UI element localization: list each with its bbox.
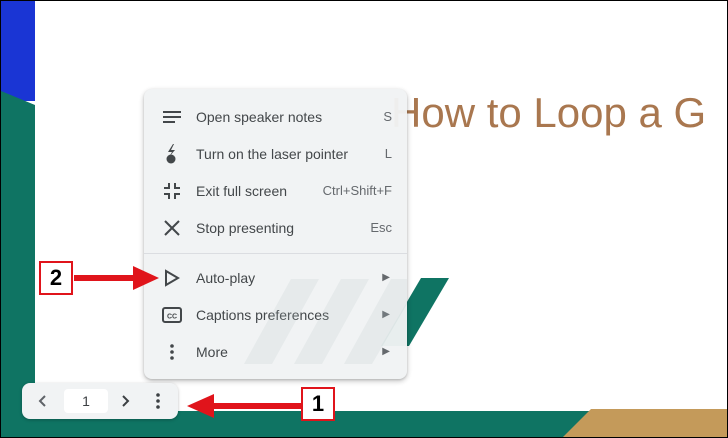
submenu-arrow-icon: ▶ xyxy=(382,272,390,283)
previous-slide-button[interactable] xyxy=(30,390,54,412)
play-outline-icon xyxy=(162,268,182,288)
laser-pointer-icon xyxy=(162,144,182,164)
menu-item-label: Stop presenting xyxy=(196,219,295,236)
menu-item-label: Exit full screen xyxy=(196,182,288,199)
menu-item-laser-pointer[interactable]: Turn on the laser pointer L xyxy=(144,135,407,172)
menu-item-auto-play[interactable]: Auto-play ▶ xyxy=(144,259,407,296)
more-vert-icon xyxy=(156,393,160,409)
menu-item-label: Turn on the laser pointer xyxy=(196,145,349,162)
shortcut-label: Esc xyxy=(370,220,392,235)
presenter-toolbar: 1 xyxy=(22,383,178,419)
chevron-right-icon xyxy=(122,395,130,407)
close-icon xyxy=(162,218,182,238)
shortcut-label: Ctrl+Shift+F xyxy=(322,183,392,198)
menu-item-label: Auto-play xyxy=(196,269,256,286)
exit-fullscreen-icon xyxy=(162,181,182,201)
submenu-arrow-icon: ▶ xyxy=(382,309,390,320)
annotation-badge-1: 1 xyxy=(301,387,335,421)
menu-item-open-speaker-notes[interactable]: Open speaker notes S xyxy=(144,98,407,135)
annotation-badge-2: 2 xyxy=(39,261,73,295)
blue-accent-shape xyxy=(1,1,35,101)
chevron-left-icon xyxy=(38,395,46,407)
menu-item-label: Captions preferences xyxy=(196,306,330,323)
slide-title: How to Loop a G xyxy=(391,89,707,136)
menu-item-label: Open speaker notes xyxy=(196,108,323,125)
shortcut-label: S xyxy=(383,109,392,124)
menu-item-exit-full-screen[interactable]: Exit full screen Ctrl+Shift+F xyxy=(144,172,407,209)
shortcut-label: L xyxy=(384,146,392,161)
presentation-window: How to Loop a G Open speaker notes S Tur… xyxy=(0,0,728,438)
menu-item-label: More xyxy=(196,343,228,360)
notes-lines-icon xyxy=(162,107,182,127)
menu-divider xyxy=(144,253,407,254)
cc-icon: CC xyxy=(162,305,182,325)
menu-item-more[interactable]: More ▶ xyxy=(144,333,407,370)
menu-item-stop-presenting[interactable]: Stop presenting Esc xyxy=(144,209,407,246)
menu-item-captions-preferences[interactable]: CC Captions preferences ▶ xyxy=(144,296,407,333)
more-vert-icon xyxy=(162,342,182,362)
slide-number-field[interactable]: 1 xyxy=(64,389,108,413)
presenter-options-menu: Open speaker notes S Turn on the laser p… xyxy=(144,89,407,379)
submenu-arrow-icon: ▶ xyxy=(382,346,390,357)
options-button[interactable] xyxy=(146,390,170,412)
next-slide-button[interactable] xyxy=(114,390,138,412)
svg-text:CC: CC xyxy=(167,314,177,321)
